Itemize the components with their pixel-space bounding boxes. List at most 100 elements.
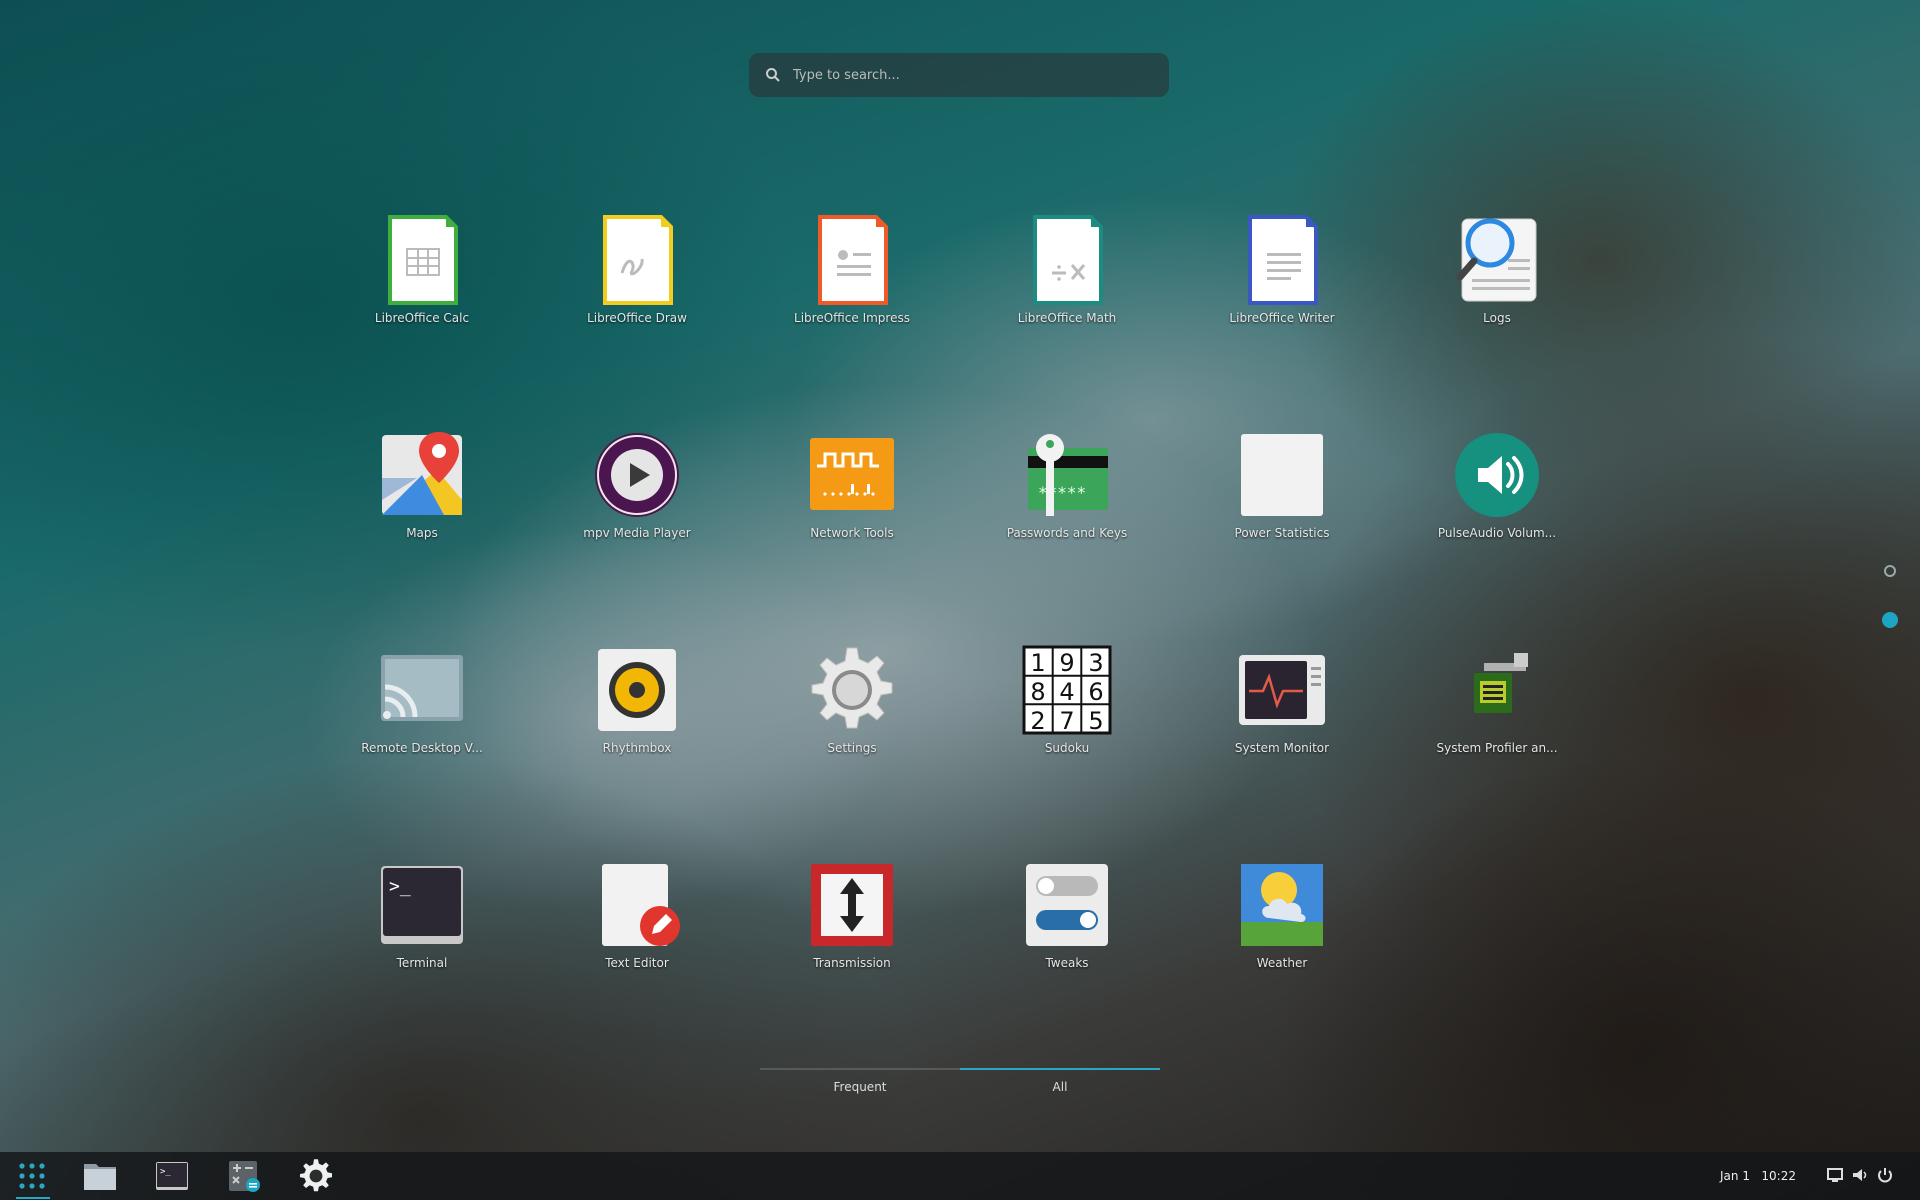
- terminal-icon: >_: [156, 1162, 188, 1190]
- sudoku-digit: 6: [1088, 678, 1103, 706]
- clock-date: Jan 1: [1720, 1169, 1750, 1183]
- libreoffice-impress-icon: [807, 215, 897, 305]
- app-label: System Profiler an...: [1436, 741, 1558, 755]
- weather-icon: [1237, 860, 1327, 950]
- settings-gear-icon: [300, 1159, 332, 1192]
- files-icon: [84, 1164, 116, 1190]
- calculator-icon: [229, 1161, 260, 1192]
- app-tweaks[interactable]: Tweaks: [982, 860, 1152, 970]
- app-grid-button[interactable]: [10, 1156, 54, 1196]
- app-pulseaudio[interactable]: PulseAudio Volum...: [1412, 430, 1582, 540]
- power-icon: [1878, 1168, 1892, 1183]
- power-statistics-icon: [1237, 430, 1327, 520]
- app-label: Remote Desktop V...: [361, 741, 483, 755]
- network-tools-icon: [807, 430, 897, 520]
- app-libreoffice-impress[interactable]: LibreOffice Impress: [767, 215, 937, 325]
- page-dot-active[interactable]: [1882, 612, 1898, 628]
- taskbar: >_ Jan 1 10:22: [0, 1152, 1920, 1200]
- app-maps[interactable]: Maps: [337, 430, 507, 540]
- screen-icon: [1827, 1168, 1843, 1182]
- terminal-icon: >_: [377, 860, 467, 950]
- app-label: LibreOffice Draw: [587, 311, 687, 325]
- app-label: Settings: [827, 741, 877, 755]
- app-system-monitor[interactable]: System Monitor: [1197, 645, 1367, 755]
- svg-text:>_: >_: [389, 876, 411, 897]
- settings-button[interactable]: [294, 1156, 338, 1196]
- svg-text:*****: *****: [1038, 483, 1086, 502]
- app-libreoffice-calc[interactable]: LibreOffice Calc: [337, 215, 507, 325]
- power-tray-button[interactable]: [1876, 1166, 1894, 1184]
- page-dot[interactable]: [1884, 565, 1896, 577]
- pulseaudio-icon: [1452, 430, 1542, 520]
- app-label: Network Tools: [810, 526, 894, 540]
- app-sudoku[interactable]: 1 9 3 8 4 6 2 7 5 Sudoku: [982, 645, 1152, 755]
- clock[interactable]: Jan 1 10:22: [1720, 1152, 1796, 1200]
- app-network-tools[interactable]: Network Tools: [767, 430, 937, 540]
- libreoffice-draw-icon: [592, 215, 682, 305]
- tweaks-icon: [1022, 860, 1112, 950]
- search-icon: [766, 68, 780, 82]
- app-logs[interactable]: Logs: [1412, 215, 1582, 325]
- app-libreoffice-writer[interactable]: LibreOffice Writer: [1197, 215, 1367, 325]
- app-label: Maps: [406, 526, 438, 540]
- sudoku-digit: 1: [1030, 649, 1045, 677]
- clock-time: 10:22: [1761, 1169, 1796, 1183]
- app-label: LibreOffice Writer: [1229, 311, 1335, 325]
- logs-icon: [1452, 215, 1542, 305]
- app-system-profiler[interactable]: System Profiler an...: [1412, 645, 1582, 755]
- system-profiler-icon: [1452, 645, 1542, 735]
- app-label: System Monitor: [1234, 741, 1330, 755]
- app-weather[interactable]: Weather: [1197, 860, 1367, 970]
- svg-text:>_: >_: [160, 1167, 171, 1177]
- app-libreoffice-math[interactable]: LibreOffice Math: [982, 215, 1152, 325]
- volume-icon: [1853, 1169, 1867, 1181]
- app-mpv[interactable]: mpv Media Player: [552, 430, 722, 540]
- screen-tray-button[interactable]: [1826, 1166, 1844, 1184]
- remote-desktop-icon: [377, 645, 467, 735]
- text-editor-icon: [592, 860, 682, 950]
- app-label: Power Statistics: [1234, 526, 1330, 540]
- app-label: mpv Media Player: [583, 526, 691, 540]
- transmission-icon: [807, 860, 897, 950]
- app-passwords-keys[interactable]: ***** Passwords and Keys: [982, 430, 1152, 540]
- sudoku-digit: 7: [1059, 707, 1074, 735]
- app-label: Weather: [1256, 956, 1308, 970]
- tab-frequent[interactable]: Frequent: [760, 1068, 960, 1098]
- sudoku-digit: 8: [1030, 678, 1045, 706]
- libreoffice-math-icon: [1022, 215, 1112, 305]
- files-button[interactable]: [78, 1156, 122, 1196]
- app-label: Text Editor: [605, 956, 669, 970]
- terminal-button[interactable]: >_: [150, 1156, 194, 1196]
- sudoku-digit: 9: [1059, 649, 1074, 677]
- search-input[interactable]: [791, 66, 1155, 84]
- volume-tray-button[interactable]: [1851, 1166, 1869, 1184]
- calculator-button[interactable]: [222, 1156, 266, 1196]
- app-label: Passwords and Keys: [1006, 526, 1128, 540]
- libreoffice-writer-icon: [1237, 215, 1327, 305]
- app-grid-icon: [19, 1163, 45, 1189]
- app-label: LibreOffice Math: [1017, 311, 1117, 325]
- app-terminal[interactable]: >_ Terminal: [337, 860, 507, 970]
- app-rhythmbox[interactable]: Rhythmbox: [552, 645, 722, 755]
- app-remote-desktop[interactable]: Remote Desktop V...: [337, 645, 507, 755]
- settings-gear-icon: [807, 645, 897, 735]
- app-label: Rhythmbox: [602, 741, 672, 755]
- tab-all[interactable]: All: [960, 1068, 1160, 1098]
- view-switcher: Frequent All: [760, 1068, 1160, 1098]
- app-settings[interactable]: Settings: [767, 645, 937, 755]
- app-transmission[interactable]: Transmission: [767, 860, 937, 970]
- app-label: PulseAudio Volum...: [1437, 526, 1557, 540]
- search-bar[interactable]: [749, 53, 1169, 97]
- app-libreoffice-draw[interactable]: LibreOffice Draw: [552, 215, 722, 325]
- sudoku-digit: 2: [1030, 707, 1045, 735]
- app-label: LibreOffice Calc: [374, 311, 470, 325]
- app-label: LibreOffice Impress: [794, 311, 910, 325]
- app-power-statistics[interactable]: Power Statistics: [1197, 430, 1367, 540]
- app-label: Terminal: [396, 956, 448, 970]
- mpv-icon: [592, 430, 682, 520]
- sudoku-digit: 5: [1088, 707, 1103, 735]
- app-label: Transmission: [813, 956, 891, 970]
- app-text-editor[interactable]: Text Editor: [552, 860, 722, 970]
- active-indicator: [16, 1197, 50, 1199]
- maps-icon: [377, 430, 467, 520]
